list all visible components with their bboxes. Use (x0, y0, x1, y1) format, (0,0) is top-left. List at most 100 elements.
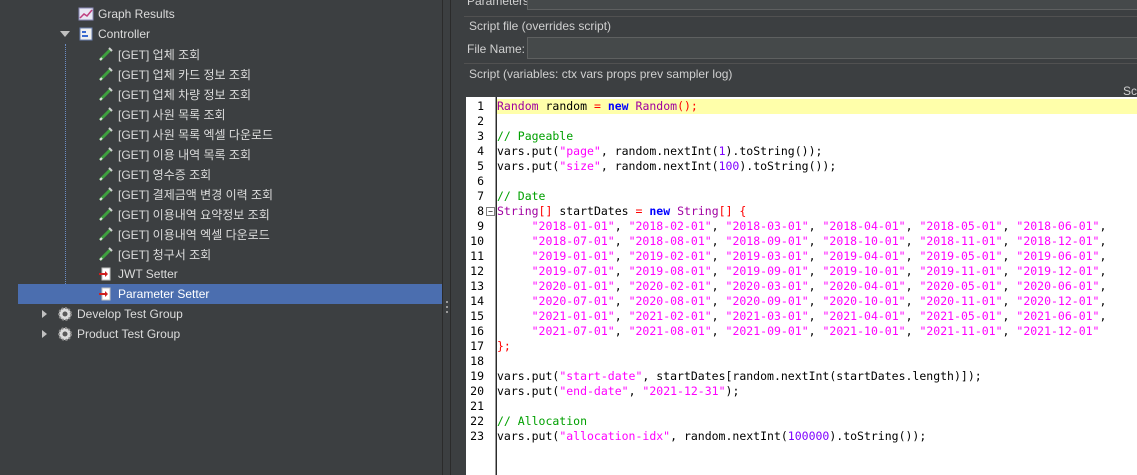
pane-splitter[interactable] (442, 0, 451, 475)
code-line: "2019-01-01", "2019-02-01", "2019-03-01"… (531, 249, 1107, 263)
tree-item-label: [GET] 영수증 조회 (118, 167, 212, 182)
line-number: 13 (470, 279, 484, 293)
line-number: 21 (470, 399, 484, 413)
line-number: 16 (470, 324, 484, 338)
section-divider (464, 16, 1137, 17)
tree-item-develop-test-group[interactable]: Develop Test Group (0, 304, 442, 324)
tree-item-label: JWT Setter (118, 267, 178, 281)
expand-arrow-icon[interactable] (60, 31, 70, 37)
line-number: 9 (477, 219, 484, 233)
fold-toggle-icon[interactable]: − (486, 207, 495, 216)
tree-item-sampler[interactable]: [GET] 사원 목록 엑셀 다운로드 (0, 124, 442, 144)
tree-item-sampler[interactable]: [GET] 결제금액 변경 이력 조회 (0, 184, 442, 204)
http-sampler-icon (98, 86, 114, 102)
code-text-area[interactable]: Random random = new Random(); // Pageabl… (497, 97, 1137, 475)
tree-item-label: [GET] 사원 목록 조회 (118, 107, 226, 122)
line-number: 1 (477, 99, 484, 113)
thread-group-icon (57, 306, 73, 322)
code-line: vars.put("end-date", "2021-12-31"); (497, 384, 740, 398)
http-sampler-icon (98, 46, 114, 62)
code-line: "2021-01-01", "2021-02-01", "2021-03-01"… (531, 309, 1107, 323)
tree-item-product-test-group[interactable]: Product Test Group (0, 324, 442, 344)
tree-item-label: [GET] 사원 목록 엑셀 다운로드 (118, 127, 274, 142)
line-number: 17 (470, 339, 484, 353)
http-sampler-icon (98, 186, 114, 202)
code-line: }; (497, 339, 511, 353)
tree-item-label: Controller (98, 27, 151, 41)
line-number: 5 (477, 159, 484, 173)
line-number: 3 (477, 129, 484, 143)
tree-item-label: [GET] 청구서 조회 (118, 247, 212, 262)
code-line: // Pageable (497, 129, 574, 143)
tree-item-sampler[interactable]: [GET] 업체 차량 정보 조회 (0, 84, 442, 104)
http-sampler-icon (98, 66, 114, 82)
graph-results-icon (78, 6, 94, 22)
tree-item-sampler[interactable]: [GET] 이용내역 요약정보 조회 (0, 204, 442, 224)
code-line: vars.put("page", random.nextInt(1).toStr… (497, 144, 823, 158)
tree-item-sampler[interactable]: [GET] 이용 내역 목록 조회 (0, 144, 442, 164)
script-file-section-title: Script file (overrides script) (469, 19, 612, 33)
preprocessor-icon (98, 286, 114, 302)
line-number: 18 (470, 354, 484, 368)
parameters-field[interactable] (527, 0, 1137, 10)
preprocessor-icon (98, 266, 114, 282)
tree-item-label: [GET] 이용내역 요약정보 조회 (118, 207, 270, 222)
code-line: "2018-01-01", "2018-02-01", "2018-03-01"… (531, 219, 1107, 233)
tree-item-label: Parameter Setter (118, 287, 210, 301)
code-line: // Allocation (497, 414, 588, 428)
line-number: 14 (470, 294, 484, 308)
line-number: 22 (470, 414, 484, 428)
code-line: vars.put("start-date", startDates[random… (497, 369, 982, 383)
test-plan-tree[interactable]: Graph Results Controller [GET] 업체 조회 [GE… (0, 0, 442, 475)
http-sampler-icon (98, 146, 114, 162)
tree-item-label: Product Test Group (77, 327, 181, 341)
tree-item-label: [GET] 업체 카드 정보 조회 (118, 67, 251, 82)
http-sampler-icon (98, 166, 114, 182)
tree-item-sampler[interactable]: [GET] 업체 카드 정보 조회 (0, 64, 442, 84)
line-number: 6 (477, 174, 484, 188)
tree-item-sampler[interactable]: [GET] 업체 조회 (0, 44, 442, 64)
line-number-gutter: 1 2 3 4 5 6 7 8 − 9 10 11 12 13 14 15 16… (466, 97, 496, 475)
tree-item-label: Graph Results (98, 7, 175, 21)
line-number: 11 (470, 249, 484, 263)
thread-group-icon (57, 326, 73, 342)
code-line: vars.put("size", random.nextInt(100).toS… (497, 159, 837, 173)
expand-arrow-icon[interactable] (42, 310, 47, 318)
tree-item-sampler[interactable]: [GET] 청구서 조회 (0, 244, 442, 264)
parameters-label: Parameters: (467, 0, 533, 8)
file-name-input[interactable] (527, 37, 1137, 59)
section-divider (464, 63, 1137, 64)
script-editor[interactable]: 1 2 3 4 5 6 7 8 − 9 10 11 12 13 14 15 16… (466, 97, 1137, 475)
code-line: "2020-01-01", "2020-02-01", "2020-03-01"… (531, 279, 1107, 293)
tree-item-sampler[interactable]: [GET] 영수증 조회 (0, 164, 442, 184)
code-line: "2018-07-01", "2018-08-01", "2018-09-01"… (531, 234, 1107, 248)
line-number: 23 (470, 429, 484, 443)
file-name-label: File Name: (467, 42, 526, 56)
tree-item-parameter-setter[interactable]: Parameter Setter (18, 284, 442, 304)
line-number: 8 (477, 204, 484, 218)
code-line: "2021-07-01", "2021-08-01", "2021-09-01"… (531, 324, 1100, 338)
line-number: 4 (477, 144, 484, 158)
line-number: 2 (477, 114, 484, 128)
tree-item-graph-results[interactable]: Graph Results (0, 4, 442, 24)
expand-arrow-icon[interactable] (42, 330, 47, 338)
tree-item-sampler[interactable]: [GET] 사원 목록 조회 (0, 104, 442, 124)
controller-icon (78, 26, 94, 42)
tree-item-label: [GET] 이용 내역 목록 조회 (118, 147, 251, 162)
code-line: String[] startDates = new String[] { (497, 204, 747, 218)
tree-item-controller[interactable]: Controller (0, 24, 442, 44)
code-line: vars.put("allocation-idx", random.nextIn… (497, 429, 927, 443)
code-line: // Date (497, 189, 546, 203)
tree-item-jwt-setter[interactable]: JWT Setter (0, 264, 442, 284)
scrollable-hint-label: Sc (1123, 84, 1137, 98)
splitter-grip-icon (446, 301, 448, 315)
tree-item-sampler[interactable]: [GET] 이용내역 엑셀 다운로드 (0, 224, 442, 244)
tree-item-label: [GET] 업체 조회 (118, 47, 201, 62)
http-sampler-icon (98, 226, 114, 242)
code-line: Random random = new Random(); (497, 99, 1137, 114)
http-sampler-icon (98, 206, 114, 222)
http-sampler-icon (98, 126, 114, 142)
line-number: 7 (477, 189, 484, 203)
http-sampler-icon (98, 246, 114, 262)
line-number: 15 (470, 309, 484, 323)
